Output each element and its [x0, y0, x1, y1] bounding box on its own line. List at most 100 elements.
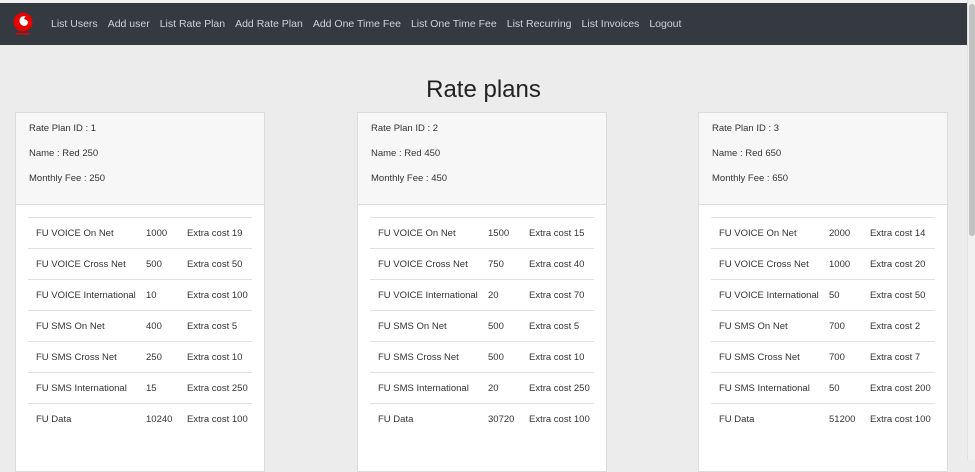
rate-plan-name: Name : Red 450: [371, 148, 441, 159]
feature-amount: 250: [146, 341, 187, 373]
feature-row: FU Data 51200 Extra cost 100: [711, 403, 935, 434]
nav-add-one-time-fee[interactable]: Add One Time Fee: [313, 18, 401, 30]
feature-row: FU VOICE On Net 1000 Extra cost 19: [28, 217, 252, 249]
rate-plan-name: Name : Red 650: [712, 148, 782, 159]
feature-amount: 700: [829, 341, 870, 373]
feature-row: FU VOICE International 10 Extra cost 100: [28, 279, 252, 311]
feature-name: FU SMS International: [370, 372, 488, 404]
feature-row: FU SMS International 50 Extra cost 200: [711, 372, 935, 404]
rate-plan-card-header: Rate Plan ID : 3 Name : Red 650 Monthly …: [699, 113, 947, 205]
nav-list-one-time-fee[interactable]: List One Time Fee: [411, 18, 497, 30]
scrollbar-thumb[interactable]: [969, 4, 975, 236]
feature-name: FU Data: [711, 403, 829, 434]
rate-plan-card: Rate Plan ID : 2 Name : Red 450 Monthly …: [357, 112, 607, 472]
feature-row: FU Data 30720 Extra cost 100: [370, 403, 594, 434]
feature-extra-cost: Extra cost 70: [529, 279, 594, 311]
rate-plan-card-header: Rate Plan ID : 2 Name : Red 450 Monthly …: [358, 113, 606, 205]
feature-extra-cost: Extra cost 10: [529, 341, 594, 373]
feature-row: FU SMS On Net 400 Extra cost 5: [28, 310, 252, 342]
feature-amount: 2000: [829, 217, 870, 249]
nav-list-rate-plan[interactable]: List Rate Plan: [160, 18, 225, 30]
feature-amount: 50: [829, 279, 870, 311]
feature-name: FU SMS International: [711, 372, 829, 404]
feature-extra-cost: Extra cost 40: [529, 248, 594, 280]
feature-extra-cost: Extra cost 7: [870, 341, 935, 373]
feature-name: FU Data: [28, 403, 146, 434]
feature-amount: 10: [146, 279, 187, 311]
feature-extra-cost: Extra cost 100: [870, 403, 935, 434]
feature-extra-cost: Extra cost 15: [529, 217, 594, 249]
feature-amount: 1500: [488, 217, 529, 249]
feature-row: FU VOICE International 50 Extra cost 50: [711, 279, 935, 311]
rate-plan-card-body: FU VOICE On Net 1500 Extra cost 15 FU VOIC…: [358, 205, 606, 434]
feature-row: FU SMS International 20 Extra cost 250: [370, 372, 594, 404]
feature-row: FU VOICE Cross Net 1000 Extra cost 20: [711, 248, 935, 280]
nav-add-rate-plan[interactable]: Add Rate Plan: [235, 18, 303, 30]
feature-row: FU SMS International 15 Extra cost 250: [28, 372, 252, 404]
feature-name: FU SMS Cross Net: [28, 341, 146, 373]
rate-plan-card: Rate Plan ID : 3 Name : Red 650 Monthly …: [698, 112, 948, 472]
feature-row: FU VOICE Cross Net 500 Extra cost 50: [28, 248, 252, 280]
feature-amount: 400: [146, 310, 187, 342]
rate-plan-name: Name : Red 250: [29, 148, 99, 159]
feature-name: FU VOICE International: [370, 279, 488, 311]
feature-amount: 20: [488, 372, 529, 404]
brand-logo-icon[interactable]: [12, 11, 34, 37]
feature-name: FU VOICE On Net: [370, 217, 488, 249]
nav-add-user[interactable]: Add user: [108, 18, 150, 30]
nav-list-recurring[interactable]: List Recurring: [507, 18, 572, 30]
feature-extra-cost: Extra cost 100: [187, 403, 252, 434]
feature-name: FU SMS On Net: [28, 310, 146, 342]
feature-extra-cost: Extra cost 20: [870, 248, 935, 280]
feature-extra-cost: Extra cost 2: [870, 310, 935, 342]
page-title: Rate plans: [426, 76, 541, 104]
feature-name: FU SMS On Net: [370, 310, 488, 342]
feature-amount: 1000: [146, 217, 187, 249]
feature-name: FU SMS On Net: [711, 310, 829, 342]
feature-name: FU VOICE International: [711, 279, 829, 311]
rate-plan-id: Rate Plan ID : 1: [29, 123, 97, 134]
feature-name: FU VOICE Cross Net: [711, 248, 829, 280]
feature-name: FU VOICE International: [28, 279, 146, 311]
feature-extra-cost: Extra cost 10: [187, 341, 252, 373]
feature-row: FU VOICE On Net 2000 Extra cost 14: [711, 217, 935, 249]
feature-extra-cost: Extra cost 100: [187, 279, 252, 311]
feature-amount: 51200: [829, 403, 870, 434]
feature-amount: 30720: [488, 403, 529, 434]
feature-name: FU Data: [370, 403, 488, 434]
features-table: FU VOICE On Net 2000 Extra cost 14 FU VOIC…: [711, 217, 935, 434]
rate-plan-id: Rate Plan ID : 2: [371, 123, 439, 134]
feature-extra-cost: Extra cost 250: [187, 372, 252, 404]
feature-name: FU VOICE Cross Net: [370, 248, 488, 280]
feature-name: FU SMS International: [28, 372, 146, 404]
feature-extra-cost: Extra cost 250: [529, 372, 594, 404]
feature-extra-cost: Extra cost 50: [870, 279, 935, 311]
vertical-scrollbar[interactable]: [967, 0, 975, 460]
rate-plan-id: Rate Plan ID : 3: [712, 123, 780, 134]
feature-amount: 700: [829, 310, 870, 342]
rate-plan-monthly-fee: Monthly Fee : 250: [29, 173, 106, 184]
feature-row: FU VOICE Cross Net 750 Extra cost 40: [370, 248, 594, 280]
feature-name: FU SMS Cross Net: [370, 341, 488, 373]
feature-amount: 750: [488, 248, 529, 280]
feature-row: FU VOICE International 20 Extra cost 70: [370, 279, 594, 311]
feature-extra-cost: Extra cost 200: [870, 372, 935, 404]
feature-amount: 500: [488, 341, 529, 373]
feature-row: FU Data 10240 Extra cost 100: [28, 403, 252, 434]
feature-name: FU VOICE On Net: [711, 217, 829, 249]
nav-logout[interactable]: Logout: [649, 18, 681, 30]
feature-amount: 15: [146, 372, 187, 404]
feature-amount: 10240: [146, 403, 187, 434]
feature-amount: 1000: [829, 248, 870, 280]
feature-extra-cost: Extra cost 14: [870, 217, 935, 249]
feature-name: FU SMS Cross Net: [711, 341, 829, 373]
rate-plan-card-header: Rate Plan ID : 1 Name : Red 250 Monthly …: [16, 113, 264, 205]
feature-row: FU SMS On Net 500 Extra cost 5: [370, 310, 594, 342]
feature-amount: 500: [146, 248, 187, 280]
nav-list-users[interactable]: List Users: [51, 18, 98, 30]
feature-extra-cost: Extra cost 100: [529, 403, 594, 434]
nav-links: List Users Add user List Rate Plan Add R…: [51, 18, 691, 30]
nav-list-invoices[interactable]: List Invoices: [582, 18, 640, 30]
feature-extra-cost: Extra cost 5: [187, 310, 252, 342]
features-table: FU VOICE On Net 1000 Extra cost 19 FU VOIC…: [28, 217, 252, 434]
